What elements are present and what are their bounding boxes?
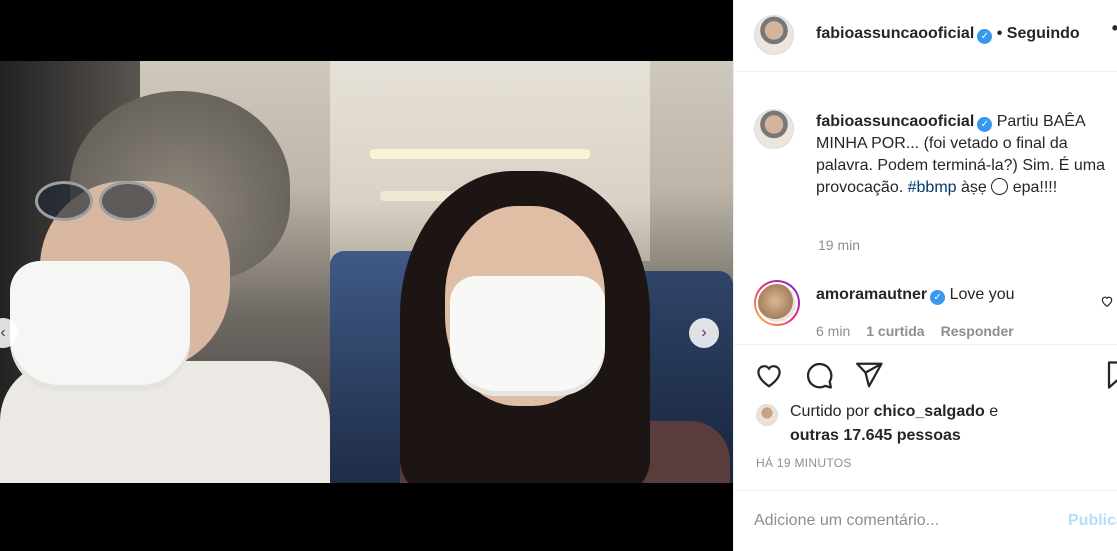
add-comment-box: Adicione um comentário... Publicar	[734, 490, 1117, 551]
caption-author-username[interactable]: fabioassuncaooficial	[816, 113, 974, 130]
reply-button[interactable]: Responder	[941, 323, 1014, 339]
post-media: ‹ ›	[0, 0, 733, 551]
liker-username[interactable]: chico_salgado	[874, 403, 985, 420]
more-options-icon[interactable]: •	[1112, 18, 1117, 39]
circle-emoji-icon	[991, 178, 1009, 195]
author-username[interactable]: fabioassuncaooficial	[816, 25, 974, 42]
paper-plane-icon[interactable]	[854, 360, 884, 390]
chevron-left-icon: ‹	[0, 324, 6, 341]
post-sidebar: fabioassuncaooficial✓ • Seguindo • fabio…	[733, 0, 1117, 551]
carousel-next-button[interactable]: ›	[689, 318, 719, 348]
verified-badge-icon: ✓	[930, 290, 946, 305]
chevron-right-icon: ›	[701, 324, 707, 341]
comment-input[interactable]: Adicione um comentário...	[754, 512, 939, 530]
verified-badge-icon: ✓	[977, 117, 993, 132]
post-header: fabioassuncaooficial✓ • Seguindo •	[734, 0, 1117, 72]
post-caption: fabioassuncaooficial ✓ Partiu BAÊA MINHA …	[816, 111, 1106, 199]
commenter-username[interactable]: amoramautner	[816, 286, 927, 303]
likes-others-link[interactable]: outras 17.645 pessoas	[790, 427, 961, 444]
comment-likes-link[interactable]: 1 curtida	[866, 323, 924, 339]
comment-text: Love you	[949, 286, 1015, 303]
comment: amoramautner ✓ Love you	[816, 286, 1015, 305]
comment-meta: 6 min 1 curtida Responder	[816, 323, 1014, 339]
caption-hashtag-link[interactable]: #bbmp	[908, 179, 957, 196]
caption-yoruba-text: àṣẹ	[961, 179, 987, 196]
publish-button[interactable]: Publicar	[1068, 512, 1117, 530]
caption-author-avatar[interactable]	[754, 109, 794, 149]
comment-icon[interactable]	[804, 360, 834, 390]
caption-end-text: epa!!!!	[1012, 179, 1058, 196]
comment-like-heart-icon[interactable]	[1100, 294, 1114, 308]
author-avatar[interactable]	[754, 15, 794, 55]
caption-time: 19 min	[818, 237, 861, 253]
verified-badge-icon: ✓	[977, 29, 993, 44]
post-photo: ‹ ›	[0, 61, 733, 483]
liker-avatar[interactable]	[756, 404, 778, 426]
post-timestamp: HÁ 19 MINUTOS	[756, 456, 852, 470]
bookmark-icon[interactable]	[1104, 360, 1117, 390]
comment-time: 6 min	[816, 323, 851, 339]
follow-status-button[interactable]: • Seguindo	[997, 25, 1080, 42]
commenter-avatar[interactable]	[754, 280, 800, 326]
heart-icon[interactable]	[754, 360, 784, 390]
